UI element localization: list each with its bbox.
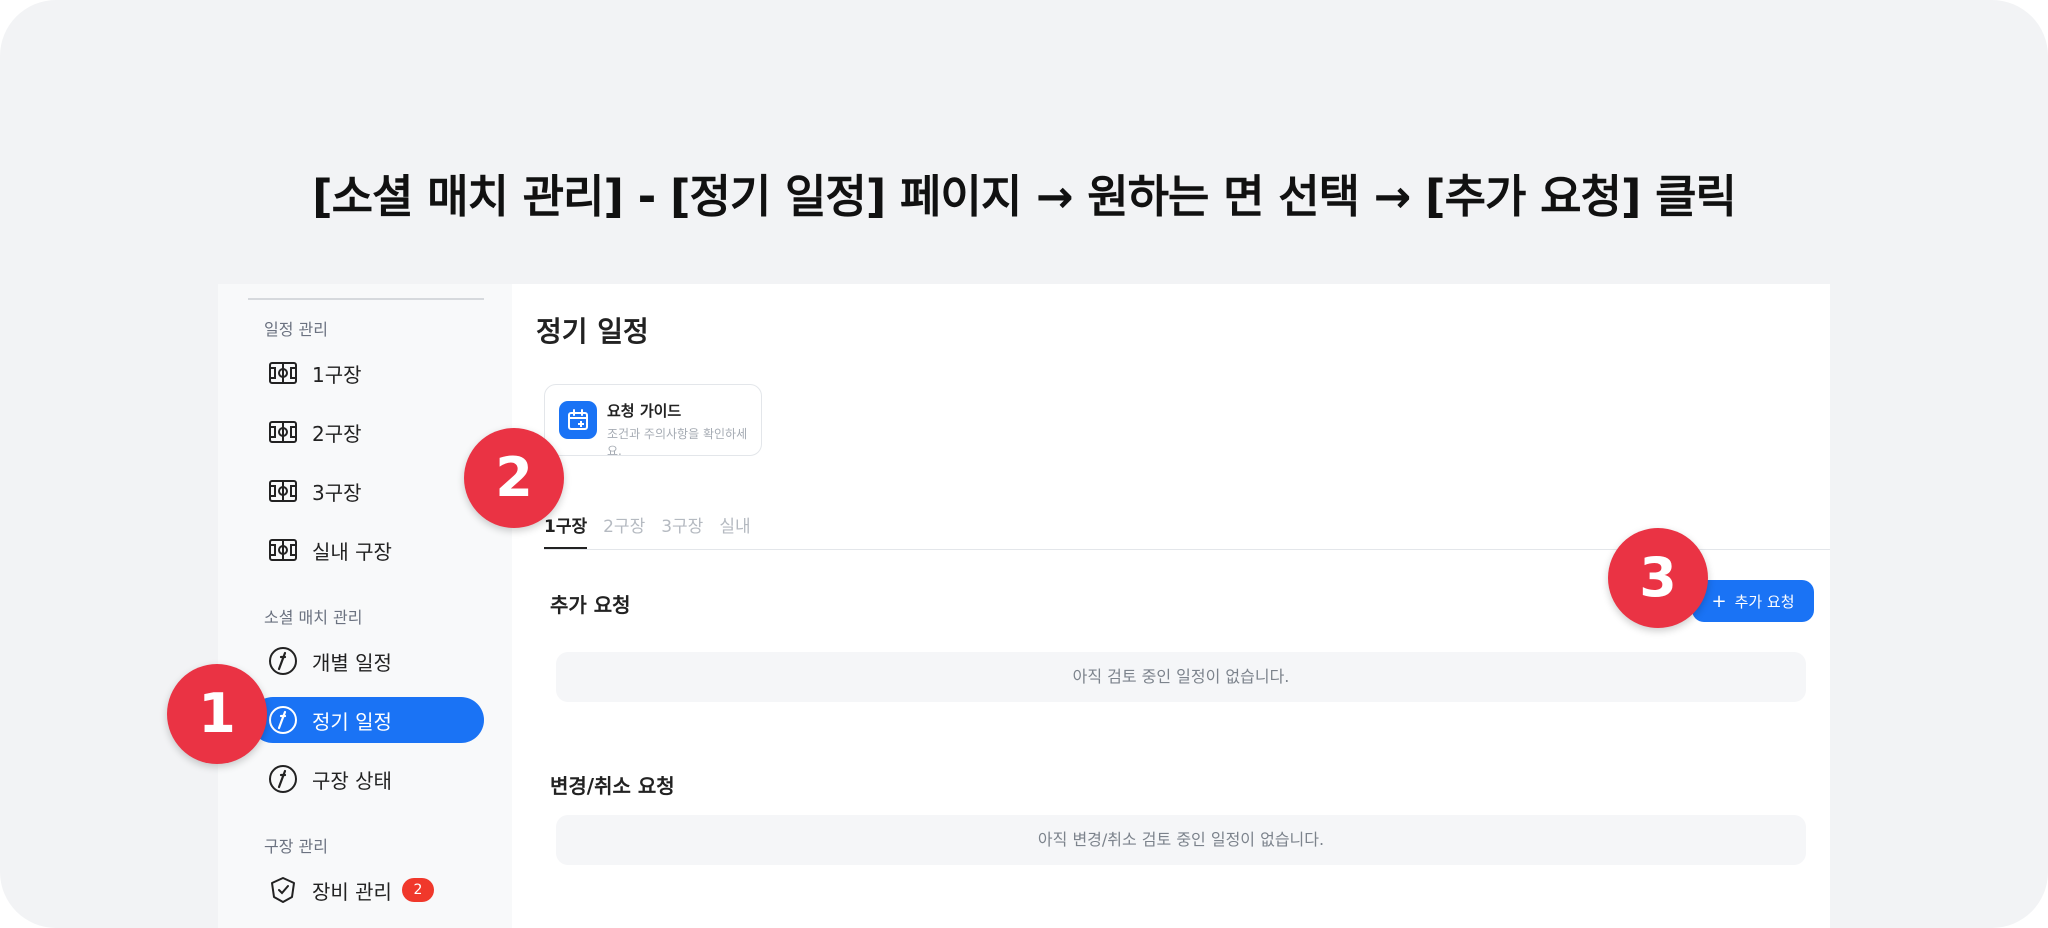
- sidebar-item-label: 3구장: [312, 480, 362, 505]
- guide-title: 요청 가이드: [607, 402, 682, 420]
- sidebar-item-individual-schedule[interactable]: 개별 일정: [250, 638, 484, 684]
- sidebar-item-field-status[interactable]: 구장 상태: [250, 756, 484, 802]
- instruction-headline: [소셜 매치 관리] - [정기 일정] 페이지 → 원하는 면 선택 → [추…: [312, 170, 1737, 223]
- tab-field-1[interactable]: 1구장: [544, 512, 588, 550]
- match-icon: [266, 644, 300, 678]
- field-tabs: 1구장 2구장 3구장 실내: [544, 512, 767, 550]
- stadium-icon: [266, 474, 300, 508]
- sidebar-section-schedule: 일정 관리: [264, 320, 328, 339]
- app-window: 일정 관리 1구장 2구장 3구장 실내 구장 소셜 매치 관리 개별 일정 정…: [218, 284, 1830, 928]
- equipment-icon: [266, 873, 300, 907]
- match-icon: [266, 703, 300, 737]
- step-marker-3: 3: [1608, 528, 1708, 628]
- sidebar-item-field-2[interactable]: 2구장: [250, 409, 484, 455]
- notification-badge: 2: [401, 878, 434, 902]
- sidebar-item-label: 1구장: [312, 362, 362, 387]
- stadium-icon: [266, 356, 300, 390]
- page-title: 정기 일정: [536, 315, 649, 348]
- sidebar-item-label: 개별 일정: [312, 650, 392, 675]
- request-guide-card[interactable]: 요청 가이드 조건과 주의사항을 확인하세요.: [544, 384, 762, 458]
- add-request-button[interactable]: + 추가 요청: [1692, 580, 1814, 622]
- stadium-icon: [266, 415, 300, 449]
- sidebar-section-field-management: 구장 관리: [264, 837, 328, 856]
- sidebar-item-field-1[interactable]: 1구장: [250, 350, 484, 396]
- tab-field-2[interactable]: 2구장: [603, 512, 645, 550]
- step-marker-2: 2: [464, 428, 564, 528]
- sidebar-section-social-match: 소셜 매치 관리: [264, 608, 363, 627]
- sidebar-item-regular-schedule[interactable]: 정기 일정: [250, 697, 484, 743]
- sidebar-item-label: 장비 관리: [312, 879, 392, 904]
- sidebar: 일정 관리 1구장 2구장 3구장 실내 구장 소셜 매치 관리 개별 일정 정…: [218, 284, 512, 928]
- sidebar-item-label: 정기 일정: [312, 709, 392, 734]
- calendar-plus-icon: [559, 401, 597, 439]
- sidebar-item-label: 구장 상태: [312, 768, 392, 793]
- sidebar-item-label: 2구장: [312, 421, 362, 446]
- add-request-empty-state: 아직 검토 중인 일정이 없습니다.: [556, 652, 1806, 702]
- sidebar-item-label: 실내 구장: [312, 539, 392, 564]
- step-marker-1: 1: [167, 664, 267, 764]
- sidebar-item-indoor-field[interactable]: 실내 구장: [250, 527, 484, 573]
- add-request-button-label: 추가 요청: [1734, 592, 1795, 611]
- tab-indoor[interactable]: 실내: [719, 512, 750, 550]
- change-cancel-request-title: 변경/취소 요청: [550, 774, 675, 798]
- guide-subtitle: 조건과 주의사항을 확인하세요.: [607, 427, 748, 458]
- add-request-title: 추가 요청: [550, 593, 631, 617]
- change-cancel-empty-state: 아직 변경/취소 검토 중인 일정이 없습니다.: [556, 815, 1806, 865]
- stadium-icon: [266, 533, 300, 567]
- tab-field-3[interactable]: 3구장: [661, 512, 703, 550]
- sidebar-divider: [248, 298, 484, 300]
- match-icon: [266, 762, 300, 796]
- plus-icon: +: [1711, 590, 1727, 612]
- sidebar-item-equipment[interactable]: 장비 관리 2: [250, 867, 484, 913]
- screenshot-frame: [소셜 매치 관리] - [정기 일정] 페이지 → 원하는 면 선택 → [추…: [0, 0, 2048, 928]
- sidebar-item-field-3[interactable]: 3구장: [250, 468, 484, 514]
